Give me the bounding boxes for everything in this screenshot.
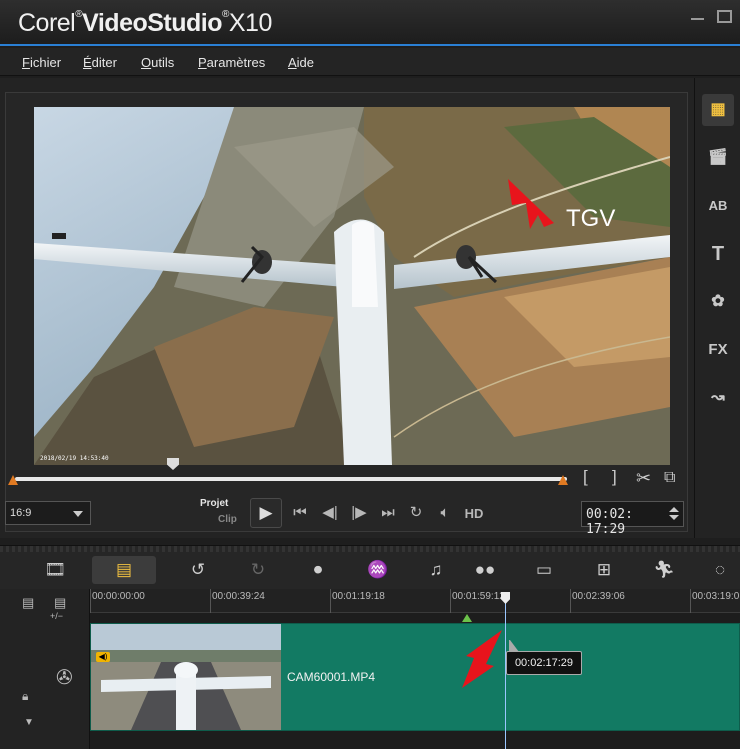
preview-window: 2018/02/19 14:53:40 TGV	[5, 92, 688, 532]
time-ruler[interactable]: 00:00:00:00 00:00:39:24 00:01:19:18 00:0…	[90, 589, 740, 613]
brand-prefix: Corel	[18, 9, 76, 37]
annotation-label: TGV	[566, 205, 616, 232]
menu-outils[interactable]: Outils	[141, 55, 174, 70]
annotation-arrow-icon	[462, 630, 502, 688]
mode-clip[interactable]: Clip	[218, 514, 237, 525]
menu-parametres[interactable]: Paramètres	[198, 55, 265, 70]
scrubber-thumb[interactable]	[167, 458, 179, 470]
time-remapping-icon[interactable]: 🏃︎	[650, 556, 678, 584]
brand-version: X10	[228, 9, 272, 37]
transition-icon[interactable]: AB	[702, 190, 734, 222]
scrub-track[interactable]	[15, 477, 567, 481]
go-to-start-icon[interactable]: ⏮	[290, 503, 310, 523]
volume-icon[interactable]: 🔈︎	[434, 503, 456, 523]
auto-music-icon[interactable]: ♫	[422, 556, 450, 584]
mask-creator-icon[interactable]: ◌	[706, 556, 734, 584]
minimize-button[interactable]	[688, 8, 708, 24]
ruler-tick: 00:01:19:18	[332, 591, 385, 602]
previous-frame-icon[interactable]: ◀|	[319, 503, 341, 523]
filter-icon[interactable]: FX	[702, 334, 734, 366]
track-manager-icon[interactable]: ▤	[22, 595, 34, 611]
title-icon[interactable]: T	[702, 238, 734, 270]
graphic-icon[interactable]: ✿	[702, 286, 734, 318]
video-clip[interactable]: ◀) CAM60001.MP4	[90, 623, 740, 731]
hd-preview-button[interactable]: HD	[463, 504, 485, 524]
instant-project-icon[interactable]: 🎬︎	[702, 142, 734, 174]
enlarge-preview-icon[interactable]: ⧉	[664, 469, 675, 487]
track-header: ▤ ▤ +/− ✇ 🔒︎ ▼	[0, 589, 90, 749]
video-timestamp-overlay: 2018/02/19 14:53:40	[40, 455, 109, 462]
ruler-tick: 00:03:19:0	[692, 591, 740, 602]
record-capture-icon[interactable]: ⏺	[304, 556, 332, 584]
menu-aide[interactable]: Aide	[288, 55, 314, 70]
player-panel: 2018/02/19 14:53:40 TGV [ ] ✂ ⧉ 16:9 Pro…	[0, 78, 694, 538]
timecode-spinner[interactable]	[669, 507, 679, 521]
path-icon[interactable]: ↝	[702, 382, 734, 414]
annotation-arrow-icon	[508, 179, 554, 229]
motion-tracking-icon[interactable]: ●●	[470, 556, 500, 584]
next-frame-icon[interactable]: |▶	[348, 503, 370, 523]
media-icon[interactable]: ▦	[702, 94, 734, 126]
zoom-control[interactable]: +/−	[50, 611, 63, 621]
redo-icon[interactable]: ↻	[244, 556, 272, 584]
multi-camera-icon[interactable]: ⊞	[590, 556, 618, 584]
ruler-tick: 00:00:39:24	[212, 591, 265, 602]
aerial-drone-view	[34, 107, 670, 465]
marker-icon[interactable]	[462, 614, 472, 622]
chevron-down-icon	[73, 511, 83, 517]
subtitle-editor-icon[interactable]: ▭	[530, 556, 558, 584]
title-bar: Corel®VideoStudio®X10	[0, 0, 740, 46]
split-scissors-icon[interactable]: ✂	[636, 468, 651, 489]
go-to-end-icon[interactable]: ⏭	[378, 503, 398, 523]
mark-out-button[interactable]: ]	[612, 467, 617, 487]
menu-editer[interactable]: Éditer	[83, 55, 117, 70]
repeat-icon[interactable]: ↻	[406, 503, 426, 523]
lock-icon[interactable]: 🔒︎	[22, 689, 28, 704]
clip-thumbnail: ◀)	[91, 624, 281, 730]
mark-out-handle[interactable]	[558, 475, 568, 485]
library-tool-strip: ▦ 🎬︎ AB T ✿ FX ↝	[694, 78, 740, 538]
mode-project[interactable]: Projet	[200, 498, 228, 509]
video-track-icon: ✇	[56, 667, 73, 689]
panel-grip[interactable]	[0, 546, 740, 552]
playback-controls: 16:9 Projet Clip ▶ ⏮ ◀| |▶ ⏭ ↻ 🔈︎ HD 00:…	[0, 493, 694, 537]
sound-mixer-icon[interactable]: ♒	[364, 556, 392, 584]
timecode-value: 00:02: 17:29	[586, 507, 633, 537]
clip-name: CAM60001.MP4	[287, 670, 376, 684]
playhead-tooltip-text: 00:02:17:29	[514, 657, 574, 669]
brand-name: VideoStudio	[82, 9, 222, 37]
storyboard-view-icon[interactable]: 🎞︎	[38, 556, 72, 584]
video-track[interactable]: ◀) CAM60001.MP4	[90, 613, 740, 749]
playhead-tooltip: 00:02:17:29	[506, 640, 582, 675]
videostudio-window: Corel®VideoStudio®X10 Fichier Éditer Out…	[0, 0, 740, 749]
menu-bar: Fichier Éditer Outils Paramètres Aide	[0, 48, 740, 76]
undo-icon[interactable]: ↺	[184, 556, 212, 584]
maximize-button[interactable]	[714, 8, 734, 24]
mark-in-handle[interactable]	[8, 475, 18, 485]
audio-speaker-icon: ◀)	[96, 652, 110, 662]
mark-in-button[interactable]: [	[583, 467, 588, 487]
video-frame[interactable]: 2018/02/19 14:53:40 TGV	[34, 107, 670, 465]
timeline-toolbar: 🎞︎ ▤ ↺ ↻ ⏺ ♒ ♫ ●● ▭ ⊞ 🏃︎ ◌	[0, 545, 740, 589]
timecode-field[interactable]: 00:02: 17:29	[581, 501, 684, 537]
menu-fichier[interactable]: Fichier	[22, 55, 61, 70]
timeline-view-icon[interactable]: ▤	[92, 556, 156, 584]
expand-track-icon[interactable]: ▼	[24, 717, 34, 728]
play-icon: ▶	[259, 503, 273, 522]
ruler-tick: 00:01:59:12	[452, 591, 505, 602]
chapter-icon[interactable]: ▤	[54, 595, 66, 611]
aspect-ratio-value: 16:9	[10, 507, 32, 519]
aspect-ratio-select[interactable]: 16:9	[5, 501, 91, 525]
ruler-tick: 00:02:39:06	[572, 591, 625, 602]
app-title: Corel®VideoStudio®X10	[18, 9, 272, 37]
play-button[interactable]: ▶	[250, 498, 282, 528]
ruler-tick: 00:00:00:00	[92, 591, 145, 602]
